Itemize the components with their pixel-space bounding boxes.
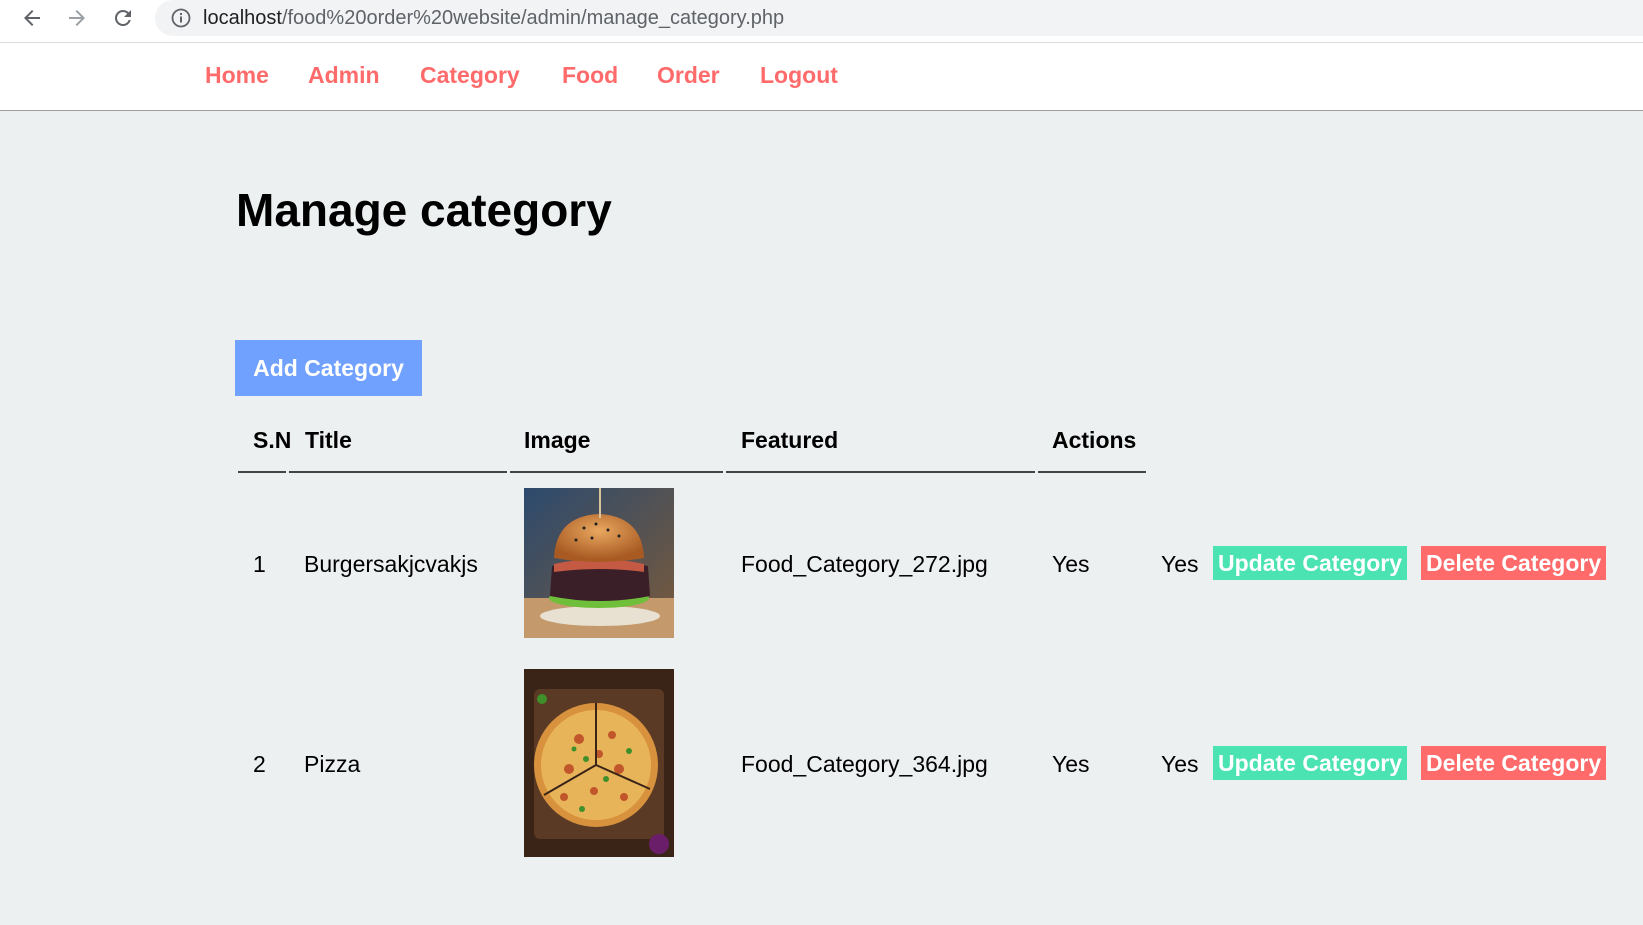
header-sn: S.N: [253, 427, 292, 453]
cell-title: Pizza: [304, 751, 361, 777]
update-category-button[interactable]: Update Category: [1213, 546, 1408, 580]
site-navigation: Home Admin Category Food Order Logout: [0, 44, 1643, 111]
cell-title: Burgersakjcvakjs: [304, 551, 478, 577]
header-divider: [726, 471, 1035, 473]
nav-category[interactable]: Category: [420, 62, 520, 89]
header-title: Title: [305, 427, 352, 453]
header-featured: Featured: [741, 427, 839, 453]
cell-sn: 2: [253, 751, 266, 777]
cell-image-name: Food_Category_272.jpg: [741, 551, 988, 577]
cell-sn: 1: [253, 551, 266, 577]
reload-icon[interactable]: [109, 4, 137, 32]
update-category-button[interactable]: Update Category: [1213, 746, 1408, 780]
back-icon[interactable]: [18, 4, 46, 32]
main-content: Manage category Add Category S.N Title I…: [0, 111, 1643, 925]
header-actions: Actions: [1052, 427, 1137, 453]
page-title: Manage category: [236, 184, 612, 236]
header-divider: [238, 471, 286, 473]
add-category-button[interactable]: Add Category: [235, 340, 422, 396]
cell-image-name: Food_Category_364.jpg: [741, 751, 988, 777]
nav-logout[interactable]: Logout: [760, 62, 838, 89]
pizza-image: [524, 669, 674, 857]
forward-icon[interactable]: [63, 4, 91, 32]
browser-toolbar: localhost/food%20order%20website/admin/m…: [0, 0, 1643, 43]
delete-category-button[interactable]: Delete Category: [1421, 746, 1607, 780]
url-text: localhost/food%20order%20website/admin/m…: [203, 7, 785, 29]
address-bar[interactable]: localhost/food%20order%20website/admin/m…: [155, 0, 1643, 36]
burger-image: [524, 488, 674, 638]
nav-order[interactable]: Order: [657, 62, 720, 89]
info-icon[interactable]: [170, 7, 192, 29]
header-divider: [510, 471, 723, 473]
nav-home[interactable]: Home: [205, 62, 269, 89]
header-divider: [1038, 471, 1146, 473]
cell-active: Yes: [1161, 751, 1199, 777]
nav-food[interactable]: Food: [562, 62, 618, 89]
cell-active: Yes: [1161, 551, 1199, 577]
header-image: Image: [524, 427, 591, 453]
delete-category-button[interactable]: Delete Category: [1421, 546, 1607, 580]
header-divider: [289, 471, 507, 473]
cell-featured: Yes: [1052, 551, 1090, 577]
cell-featured: Yes: [1052, 751, 1090, 777]
nav-admin[interactable]: Admin: [308, 62, 380, 89]
